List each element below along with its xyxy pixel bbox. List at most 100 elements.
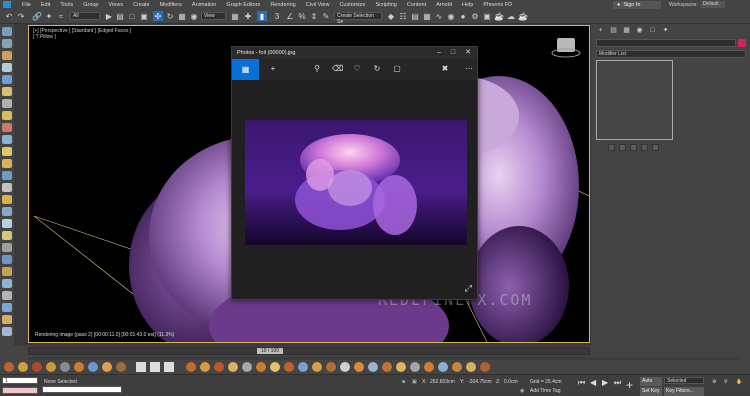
configure-modifier-sets-icon[interactable] [652, 144, 659, 151]
menu-item-help[interactable]: Help [462, 2, 473, 8]
menu-item-create[interactable]: Create [133, 2, 150, 8]
menu-item-phoenix-fd[interactable]: Phoenix FD [483, 2, 512, 8]
viewport-nav-icon[interactable]: ⚲ [724, 379, 728, 385]
tool-icon[interactable] [270, 362, 280, 372]
select-object-icon[interactable]: ▶ [104, 11, 114, 21]
more-options-icon[interactable]: ⋯ [464, 64, 474, 74]
tool-icon[interactable] [2, 279, 12, 288]
menu-item-rendering[interactable]: Rendering [270, 2, 295, 8]
modify-tab-icon[interactable]: ▤ [609, 26, 618, 35]
tool-icon[interactable] [424, 362, 434, 372]
teapot-render-icon[interactable]: ☕ [518, 11, 528, 21]
window-crossing-icon[interactable]: ▣ [139, 11, 149, 21]
render-in-cloud-icon[interactable]: ☁ [506, 11, 516, 21]
bind-spacewarp-icon[interactable]: ≈ [56, 11, 66, 21]
tool-icon[interactable] [116, 362, 126, 372]
tool-icon[interactable] [452, 362, 462, 372]
tool-icon[interactable] [200, 362, 210, 372]
reference-coordinate-dropdown[interactable]: View [201, 12, 226, 20]
tool-icon[interactable] [242, 362, 252, 372]
object-name-field[interactable] [596, 39, 736, 47]
next-frame-icon[interactable]: ▶ [602, 378, 608, 387]
tool-icon[interactable] [298, 362, 308, 372]
menu-item-file[interactable]: File [22, 2, 31, 8]
cloud-icon[interactable] [2, 27, 12, 36]
motion-tab-icon[interactable]: ◉ [635, 26, 644, 35]
tool-icon[interactable] [2, 255, 12, 264]
tool-icon[interactable] [396, 362, 406, 372]
goto-end-icon[interactable]: ⏭ [614, 378, 621, 388]
rotate-icon[interactable]: ↻ [165, 11, 175, 21]
object-color-swatch[interactable] [738, 39, 746, 47]
tool-icon[interactable] [2, 267, 12, 276]
tool-icon[interactable] [2, 219, 12, 228]
scale-icon[interactable]: ▦ [177, 11, 187, 21]
menu-item-arnold[interactable]: Arnold [436, 2, 452, 8]
make-unique-icon[interactable] [630, 144, 637, 151]
zoom-icon[interactable]: ⚲ [312, 64, 322, 74]
modifier-list-dropdown[interactable]: Modifier List [596, 50, 746, 58]
tool-icon[interactable] [2, 111, 12, 120]
show-end-result-icon[interactable] [619, 144, 626, 151]
favorite-icon[interactable]: ♡ [352, 64, 362, 74]
workspaces-dropdown[interactable]: Default [700, 1, 725, 8]
tool-icon[interactable] [2, 39, 12, 48]
minimize-icon[interactable]: – [437, 47, 441, 59]
spinner-snap-icon[interactable]: ⇕ [309, 11, 319, 21]
create-tab-icon[interactable]: + [596, 26, 605, 35]
link-icon[interactable]: 🔗 [32, 11, 42, 21]
tool-icon[interactable] [438, 362, 448, 372]
stop-icon[interactable] [150, 362, 160, 372]
tool-icon[interactable] [2, 291, 12, 300]
material-editor-icon[interactable]: ● [458, 11, 468, 21]
schematic-view-icon[interactable]: ◉ [446, 11, 456, 21]
percent-snap-icon[interactable]: % [297, 11, 307, 21]
tool-icon[interactable] [284, 362, 294, 372]
menu-item-modifiers[interactable]: Modifiers [160, 2, 182, 8]
tool-icon[interactable] [18, 362, 28, 372]
close-icon[interactable]: ✕ [465, 47, 471, 59]
tool-icon[interactable] [480, 362, 490, 372]
tool-icon[interactable] [2, 135, 12, 144]
rectangle-selection-icon[interactable]: □ [127, 11, 137, 21]
maxscript-output-field[interactable] [2, 387, 38, 394]
z-coordinate[interactable]: 0.0cm [504, 379, 518, 385]
tool-icon[interactable] [2, 303, 12, 312]
tool-icon[interactable] [368, 362, 378, 372]
toggle-scene-explorer-icon[interactable]: ▤ [410, 11, 420, 21]
photos-titlebar[interactable]: Photos - foil (00000).jpg – □ ✕ [232, 47, 477, 59]
select-manipulate-icon[interactable]: ✚ [243, 11, 253, 21]
tool-icon[interactable] [228, 362, 238, 372]
render-production-icon[interactable]: ☕ [494, 11, 504, 21]
previous-frame-icon[interactable]: ◀ [590, 378, 596, 387]
tool-icon[interactable] [32, 362, 42, 372]
y-coordinate[interactable]: -204.75cm [468, 379, 492, 385]
named-selection-sets-dropdown[interactable]: Create Selection Se [334, 12, 382, 25]
edit-named-selection-icon[interactable]: ✎ [321, 11, 331, 21]
menu-item-graph-editors[interactable]: Graph Editors [226, 2, 260, 8]
move-icon[interactable]: ✢ [153, 11, 163, 21]
keyboard-shortcut-override-icon[interactable]: ▮ [257, 11, 267, 21]
tool-icon[interactable] [214, 362, 224, 372]
tool-icon[interactable] [2, 75, 12, 84]
tool-icon[interactable] [2, 123, 12, 132]
mirror-icon[interactable]: ◆ [386, 11, 396, 21]
tool-icon[interactable] [2, 87, 12, 96]
tool-icon[interactable] [2, 315, 12, 324]
tool-icon[interactable] [2, 207, 12, 216]
tool-icon[interactable] [186, 362, 196, 372]
tool-icon[interactable] [354, 362, 364, 372]
redo-icon[interactable]: ↷ [16, 11, 26, 21]
tool-icon[interactable] [2, 51, 12, 60]
rotate-icon[interactable]: ↻ [372, 64, 382, 74]
tool-icon[interactable] [326, 362, 336, 372]
tool-icon[interactable] [340, 362, 350, 372]
render-region-icon[interactable] [164, 362, 174, 372]
full-screen-icon[interactable]: ⤢ [465, 283, 472, 294]
tool-icon[interactable] [46, 362, 56, 372]
snaps-toggle-icon[interactable]: 3 [272, 11, 282, 21]
tool-icon[interactable] [60, 362, 70, 372]
pan-icon[interactable]: ✋ [736, 379, 742, 385]
maximize-icon[interactable]: □ [451, 47, 455, 59]
angle-snap-icon[interactable]: ∠ [285, 11, 295, 21]
